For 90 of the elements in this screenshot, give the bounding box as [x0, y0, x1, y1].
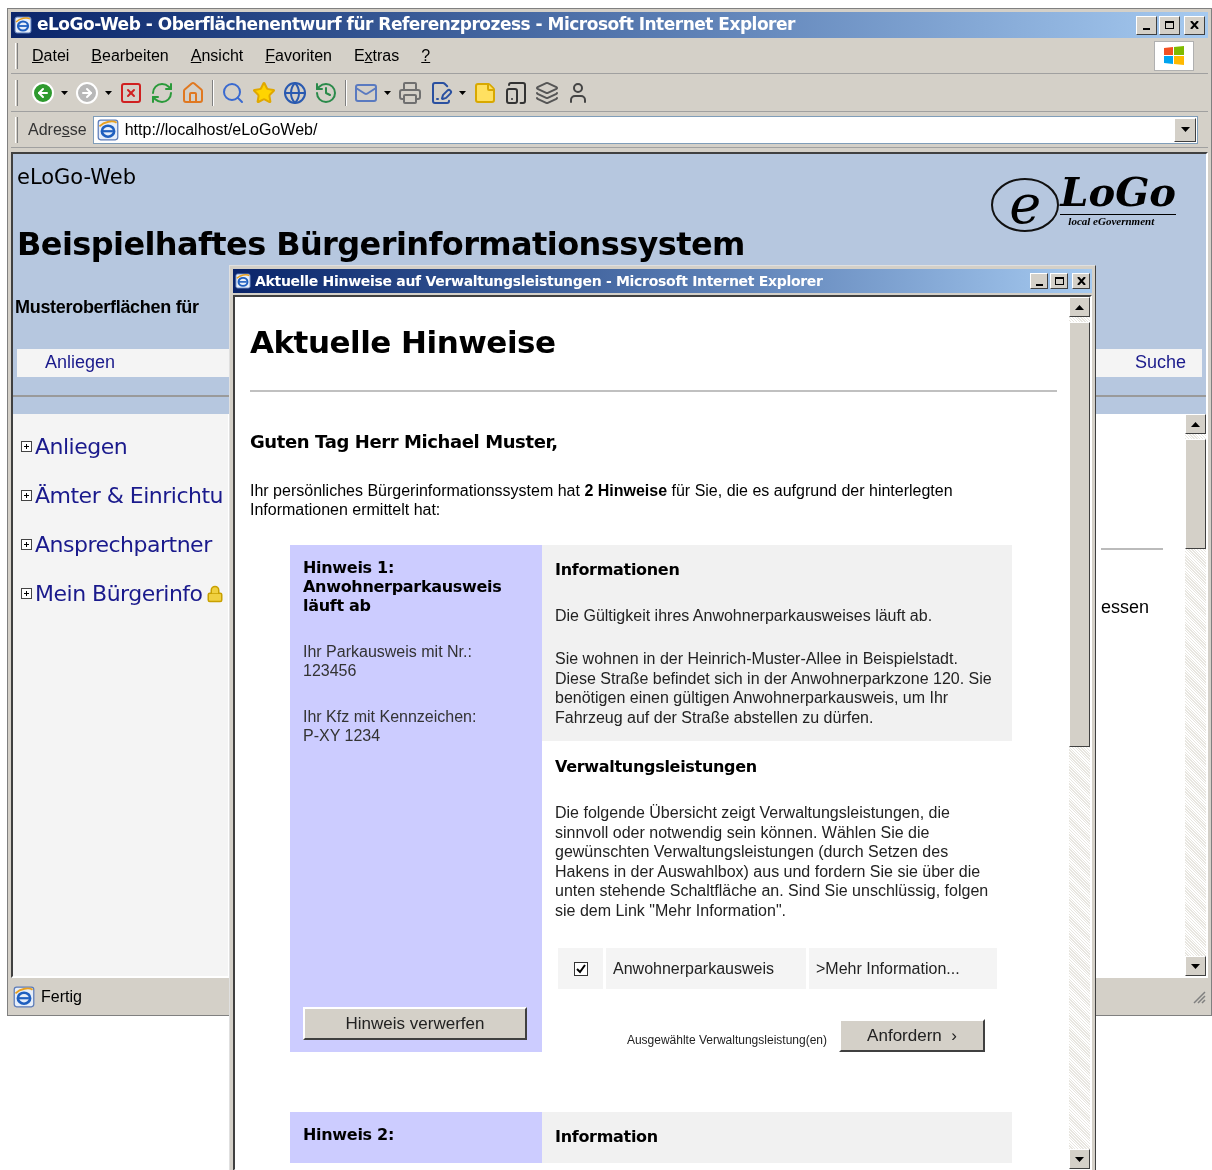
- browser-icon: [14, 16, 32, 34]
- scroll-thumb[interactable]: [1185, 439, 1206, 549]
- caret-icon[interactable]: [459, 90, 466, 95]
- info-text: Die Gültigkeit ihres Anwohnerparkausweises läuft ab.: [555, 605, 934, 625]
- services-text: Die folgende Übersicht zeigt Verwaltungsleistungen, die sinnvoll oder notwendig sein können. Wählen Sie die gewünschten Verwaltungsleistungen (durch Setzen des Hakens in der Auswahlbox) aus und fordern Sie sie über die unten stehende Schaltfläche an. Sind Sie unschlüssig, folgen sie dem Link "Mehr Information".: [555, 803, 990, 920]
- search-icon[interactable]: [221, 80, 245, 105]
- minimize-button[interactable]: [1030, 273, 1048, 289]
- status-text: Fertig: [41, 987, 83, 1007]
- layers-icon[interactable]: [535, 80, 559, 105]
- close-icon[interactable]: [1190, 21, 1199, 29]
- back-icon[interactable]: [31, 80, 55, 105]
- nav-link[interactable]: Anliegen: [45, 349, 116, 376]
- arrow-up-icon[interactable]: [1191, 421, 1200, 427]
- greeting: Guten Tag Herr Michael Muster,: [250, 429, 559, 454]
- arrow-up-icon[interactable]: [1075, 304, 1084, 310]
- more-info-link[interactable]: >Mehr Information...: [809, 948, 997, 989]
- edit-icon[interactable]: [429, 80, 453, 105]
- browser-icon: [235, 273, 251, 289]
- tree-item[interactable]: Mein Bürgerinfo: [35, 577, 203, 610]
- expand-icon[interactable]: [21, 490, 32, 501]
- scrollbar[interactable]: [1069, 297, 1090, 1169]
- maximize-button[interactable]: [1159, 15, 1180, 35]
- window-flag-icon: [1154, 40, 1194, 71]
- stop-icon[interactable]: [119, 80, 143, 105]
- window-title: eLoGo-Web - Oberflächenentwurf für Referenzprozess - Microsoft Internet Explorer: [37, 13, 797, 37]
- info-text: Sie wohnen in der Heinrich-Muster-Allee in Beispielstadt. Diese Straße befindet sich in der Anwohnerparkzone 120. Sie benötigen einen gültigen Anwohnerparkausweis, um Ihr Fahrzeug auf der Straße abstellen zu dürfen.: [555, 649, 993, 727]
- menu-item[interactable]: ?: [421, 43, 431, 68]
- scroll-thumb[interactable]: [1069, 322, 1090, 747]
- close-button[interactable]: [1072, 273, 1090, 289]
- request-button[interactable]: Anfordern ›: [839, 1019, 985, 1052]
- info-heading: Informationen: [555, 558, 681, 581]
- popup-heading: Aktuelle Hinweise: [250, 323, 557, 362]
- selected-services-label: Ausgewählte Verwaltungsleistung(en): [626, 1031, 827, 1049]
- arrow-down-icon[interactable]: [1075, 1156, 1084, 1162]
- history-icon[interactable]: [314, 80, 338, 105]
- arrow-down-icon[interactable]: [1191, 963, 1200, 969]
- scroll-down-button[interactable]: [1069, 1149, 1090, 1169]
- tree-item[interactable]: Anliegen: [35, 430, 128, 463]
- dropdown-button[interactable]: [1174, 117, 1196, 142]
- hint-detail: Ihr Kfz mit Kennzeichen: P-XY 1234: [303, 706, 478, 745]
- content-text: essen: [1101, 596, 1151, 619]
- expand-icon[interactable]: [21, 588, 32, 599]
- info-heading: Information: [555, 1126, 659, 1148]
- browser-icon: [96, 118, 119, 141]
- caret-icon[interactable]: [61, 90, 68, 95]
- hint-detail: Ihr Parkausweis mit Nr.: 123456: [303, 641, 473, 680]
- services-heading: Verwaltungsleistungen: [555, 756, 758, 778]
- scrollbar[interactable]: [1185, 414, 1206, 976]
- caret-icon[interactable]: [384, 90, 391, 95]
- maximize-button[interactable]: [1050, 273, 1068, 289]
- caret-icon[interactable]: [105, 90, 112, 95]
- tree-item[interactable]: Ämter & Einrichtu: [35, 479, 224, 512]
- page-subheading: Musteroberflächen für: [15, 295, 199, 319]
- menu-item[interactable]: Favoriten: [265, 43, 332, 68]
- expand-icon[interactable]: [21, 539, 32, 550]
- site-name: eLoGo-Web: [17, 164, 137, 191]
- tablet-icon[interactable]: [504, 80, 528, 105]
- scroll-down-button[interactable]: [1185, 956, 1206, 976]
- logo-tagline: local eGovernment: [1068, 216, 1156, 227]
- tree-item[interactable]: Ansprechpartner: [35, 528, 212, 561]
- logo-wordmark: LoGo: [1060, 172, 1176, 215]
- menu-item[interactable]: Extras: [353, 43, 400, 68]
- close-button[interactable]: [1184, 15, 1205, 35]
- globe-icon[interactable]: [283, 80, 307, 105]
- page-heading: Beispielhaftes Bürgerinformationssystem: [17, 223, 745, 265]
- menu-item[interactable]: Datei: [32, 43, 70, 68]
- printer-icon[interactable]: [398, 80, 422, 105]
- logo-letter: e: [1009, 178, 1042, 232]
- address-field[interactable]: http://localhost/eLoGoWeb/: [92, 115, 1198, 144]
- scroll-up-button[interactable]: [1069, 297, 1090, 317]
- caret-icon[interactable]: [1180, 127, 1190, 132]
- service-name: Anwohnerparkausweis: [606, 948, 806, 989]
- address-label[interactable]: Adresse: [28, 117, 87, 142]
- discard-button[interactable]: Hinweis verwerfen: [303, 1007, 527, 1040]
- menu-item[interactable]: Ansicht: [190, 43, 244, 68]
- hint-title: Hinweis 1: Anwohnerparkausweis läuft ab: [303, 557, 503, 615]
- close-icon[interactable]: [1076, 277, 1086, 285]
- star-icon[interactable]: [252, 80, 276, 105]
- service-checkbox[interactable]: [573, 961, 588, 976]
- intro-text: Ihr persönliches Bürgerinformationssystem hat 2 Hinweise für Sie, die es aufgrund der hinterlegten Informationen ermittelt hat:: [250, 480, 954, 519]
- logo-ring-icon: [990, 175, 1061, 235]
- expand-icon[interactable]: [21, 441, 32, 452]
- menu-item[interactable]: Bearbeiten: [91, 43, 169, 68]
- hint-title: Hinweis 2:: [303, 1125, 395, 1144]
- scroll-up-button[interactable]: [1185, 414, 1206, 434]
- resize-grip-icon[interactable]: [1192, 990, 1206, 1004]
- browser-icon: [13, 986, 35, 1008]
- nav-link[interactable]: Suche: [1134, 349, 1186, 376]
- minimize-button[interactable]: [1136, 15, 1157, 35]
- popup-title: Aktuelle Hinweise auf Verwaltungsleistungen - Microsoft Internet Explorer: [255, 271, 824, 291]
